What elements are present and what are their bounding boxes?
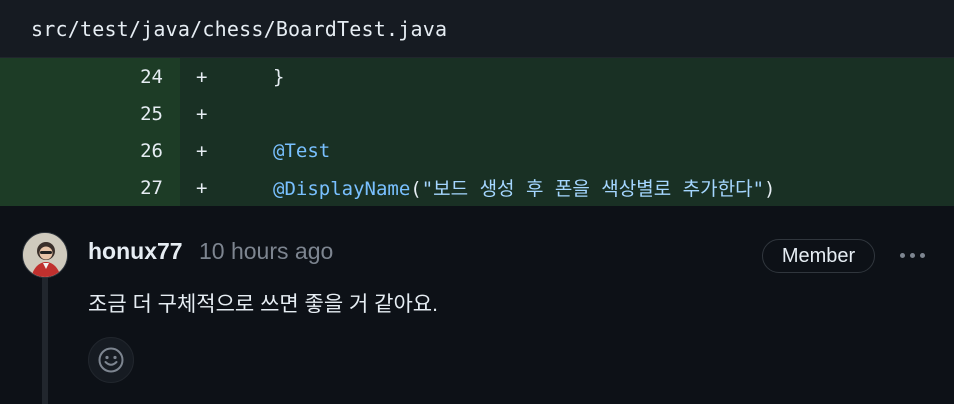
added-marker: + — [196, 176, 208, 199]
code-annotation: @Test — [273, 139, 331, 162]
code-cell: + — [180, 95, 954, 132]
code-text: @Test — [273, 140, 330, 162]
added-marker: + — [196, 102, 208, 125]
code-cell: + @Test — [180, 132, 954, 169]
diff-row: 27 + @DisplayName("보드 생성 후 폰을 색상별로 추가한다"… — [0, 169, 954, 206]
comment-body: 조금 더 구체적으로 쓰면 좋을 거 같아요. — [88, 293, 438, 316]
more-options-button[interactable] — [890, 240, 934, 270]
diff-row: 24 + } — [0, 58, 954, 95]
kebab-horizontal-icon — [919, 252, 925, 258]
code-token: } — [273, 65, 285, 88]
comment-author[interactable]: honux77 — [88, 238, 183, 265]
code-paren: ) — [764, 178, 776, 200]
code-text: @DisplayName("보드 생성 후 폰을 색상별로 추가한다") — [273, 174, 775, 201]
file-path[interactable]: src/test/java/chess/BoardTest.java — [31, 17, 447, 41]
code-cell: + } — [180, 58, 954, 95]
diff-table: 24 + } 25 + 26 + @Test 27 + @DisplayName… — [0, 58, 954, 206]
added-marker: + — [196, 65, 208, 88]
user-avatar-icon — [23, 233, 67, 277]
diff-row: 25 + — [0, 95, 954, 132]
line-number[interactable]: 25 — [0, 95, 180, 132]
code-annotation: @DisplayName — [273, 178, 411, 200]
file-header: src/test/java/chess/BoardTest.java — [0, 0, 954, 58]
add-reaction-button[interactable] — [88, 337, 134, 383]
avatar[interactable] — [22, 232, 68, 278]
line-number[interactable]: 26 — [0, 132, 180, 169]
thread-line — [42, 270, 48, 404]
code-string: "보드 생성 후 폰을 색상별로 추가한다" — [421, 178, 765, 200]
added-marker: + — [196, 139, 208, 162]
smiley-icon — [98, 347, 124, 373]
code-paren: ( — [410, 178, 422, 200]
diff-row: 26 + @Test — [0, 132, 954, 169]
comment-timestamp[interactable]: 10 hours ago — [199, 238, 333, 265]
code-cell: + @DisplayName("보드 생성 후 폰을 색상별로 추가한다") — [180, 169, 954, 206]
line-number[interactable]: 27 — [0, 169, 180, 206]
member-badge: Member — [762, 239, 875, 273]
kebab-horizontal-icon — [909, 252, 915, 258]
kebab-horizontal-icon — [899, 252, 905, 258]
line-number[interactable]: 24 — [0, 58, 180, 95]
code-text: } — [273, 66, 284, 88]
